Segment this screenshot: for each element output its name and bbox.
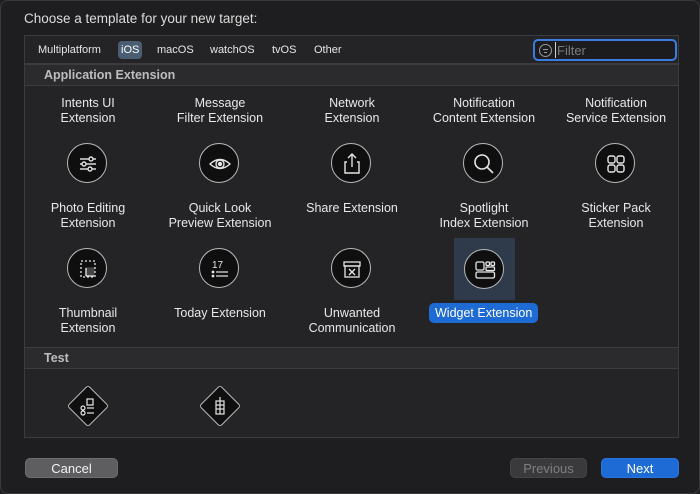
template-spotlight-index-extension[interactable]: Spotlight Index Extension (418, 201, 550, 231)
template-network-extension[interactable]: Network Extension (286, 96, 418, 126)
tab-multiplatform[interactable]: Multiplatform (35, 41, 104, 59)
template-panel: Multiplatform iOS macOS watchOS tvOS Oth… (24, 35, 679, 438)
tab-watchos[interactable]: watchOS (207, 41, 258, 59)
template-intents-ui-extension[interactable]: Intents UI Extension (22, 96, 154, 126)
calendar-number: 17 (212, 260, 224, 271)
eye-icon[interactable] (199, 143, 239, 183)
share-box-icon[interactable] (331, 143, 371, 183)
filter-field[interactable] (533, 39, 677, 61)
widget-grid-icon[interactable] (464, 249, 504, 289)
dialog-prompt: Choose a template for your new target: (24, 11, 258, 26)
ui-test-glyph (80, 398, 94, 416)
platform-tabbar: Multiplatform iOS macOS watchOS tvOS Oth… (25, 36, 678, 64)
sliders-icon[interactable] (67, 143, 107, 183)
four-squares-icon[interactable] (595, 143, 635, 183)
template-photo-editing-extension[interactable]: Photo Editing Extension (22, 201, 154, 231)
template-unwanted-communication[interactable]: Unwanted Communication (286, 306, 418, 336)
tab-other[interactable]: Other (311, 41, 345, 59)
template-message-filter-extension[interactable]: Message Filter Extension (154, 96, 286, 126)
template-sticker-pack-extension[interactable]: Sticker Pack Extension (550, 201, 682, 231)
tab-tvos[interactable]: tvOS (269, 41, 299, 59)
template-chooser-dialog: Choose a template for your new target: M… (0, 0, 700, 494)
archive-x-icon[interactable] (331, 248, 371, 288)
template-thumbnail-extension[interactable]: Thumbnail Extension (22, 306, 154, 336)
template-today-extension[interactable]: Today Extension (154, 306, 286, 321)
template-notification-service-extension[interactable]: Notification Service Extension (550, 96, 682, 126)
next-button[interactable]: Next (601, 458, 679, 478)
filter-icon (539, 44, 552, 57)
unit-test-glyph (215, 397, 225, 415)
section-application-extension: Application Extension (25, 64, 678, 86)
filter-input[interactable] (555, 42, 673, 58)
template-quick-look-preview-extension[interactable]: Quick Look Preview Extension (154, 201, 286, 231)
calendar-list-icon[interactable]: 17 (199, 248, 239, 288)
template-notification-content-extension[interactable]: Notification Content Extension (418, 96, 550, 126)
tab-ios[interactable]: iOS (118, 41, 143, 59)
template-share-extension[interactable]: Share Extension (286, 201, 418, 216)
template-widget-extension[interactable]: Widget Extension (429, 303, 539, 323)
tab-macos[interactable]: macOS (154, 41, 197, 59)
magnifier-icon[interactable] (463, 143, 503, 183)
crop-frame-icon[interactable] (67, 248, 107, 288)
section-test: Test (25, 347, 678, 369)
cancel-button[interactable]: Cancel (25, 458, 118, 478)
previous-button[interactable]: Previous (510, 458, 587, 478)
